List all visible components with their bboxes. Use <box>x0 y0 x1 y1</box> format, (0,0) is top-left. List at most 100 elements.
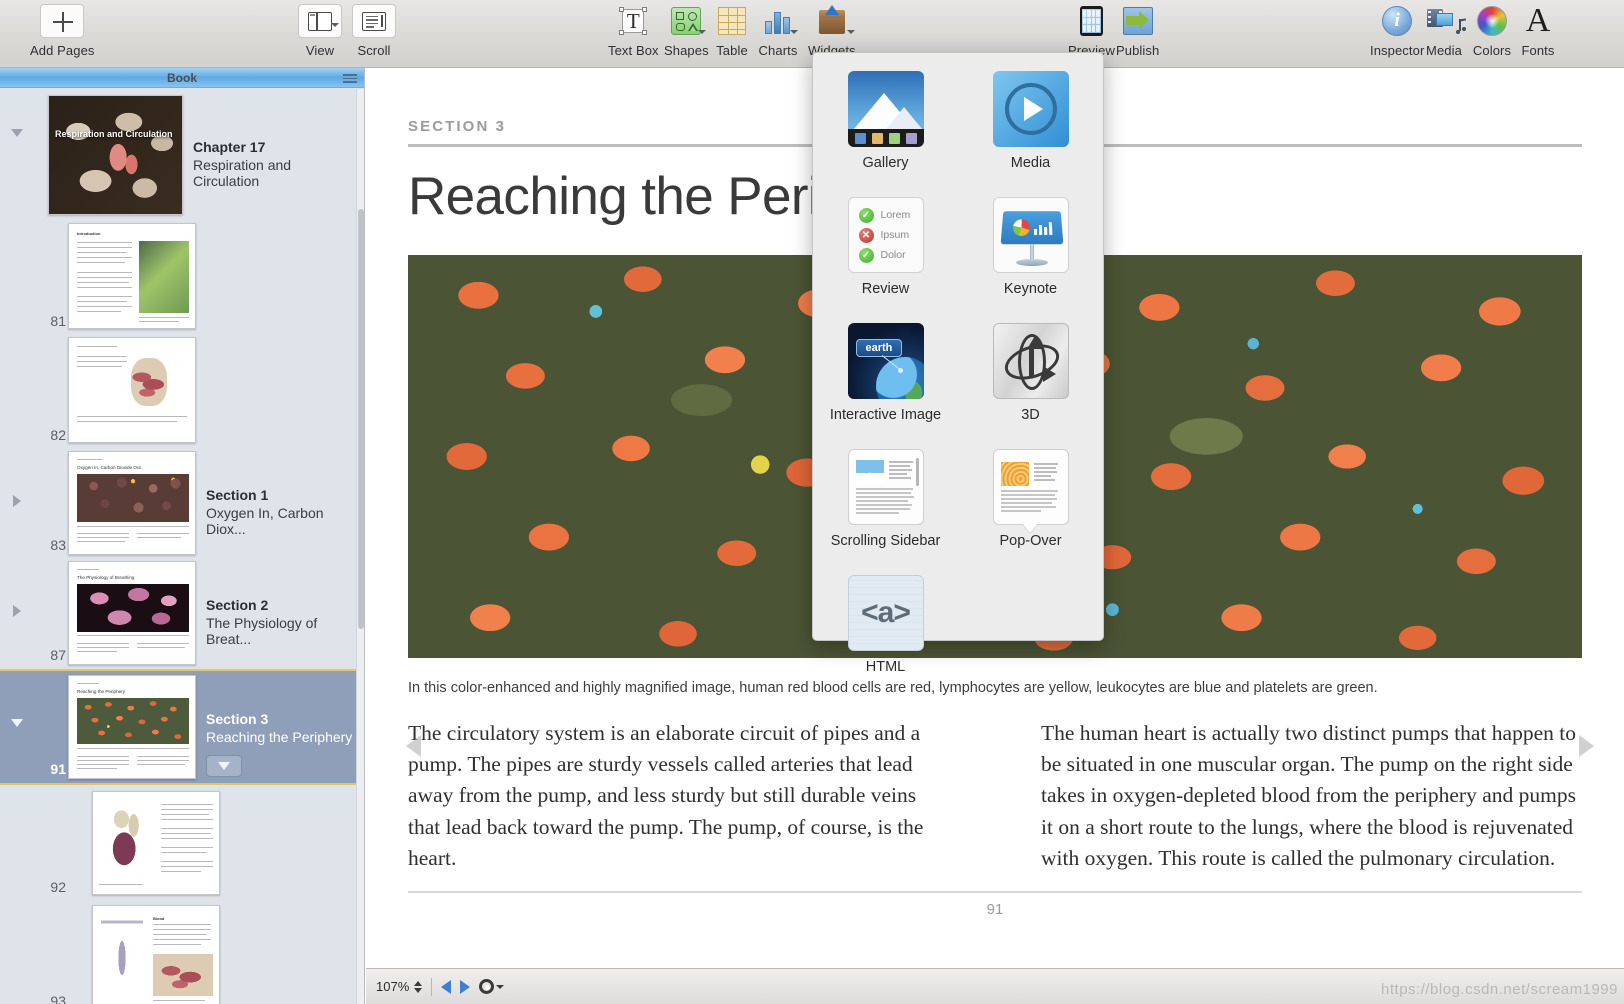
toolbar-publish-button[interactable]: Publish <box>1116 4 1159 58</box>
sidebar-item-chapter-17[interactable]: 80 Respiration and Circulation Chapter 1… <box>0 89 356 221</box>
review-row-text: Lorem <box>881 209 911 221</box>
widget-interactive-image[interactable]: earth Interactive Image <box>823 323 949 423</box>
collapse-section-button[interactable] <box>206 755 242 777</box>
review-checklist-icon: ✓ Lorem ✕ Ipsum ✓ Dolor <box>848 197 924 273</box>
previous-page-arrow[interactable] <box>406 735 421 757</box>
sidebar-thumbnail[interactable] <box>92 791 220 895</box>
widget-media-label: Media <box>1011 155 1051 171</box>
toolbar-media-button[interactable]: Media <box>1424 4 1464 58</box>
sidebar-item-section-3[interactable]: 91 Reaching the Periphery <box>0 669 356 785</box>
next-page-button[interactable] <box>460 980 470 994</box>
widget-media[interactable]: Media <box>968 71 1094 171</box>
info-circle-icon: i <box>1377 4 1417 38</box>
toolbar-scroll-label: Scroll <box>357 43 390 58</box>
sidebar-grip-icon[interactable] <box>343 74 357 82</box>
toolbar-add-pages-button[interactable]: Add Pages <box>30 4 95 58</box>
widget-gallery-label: Gallery <box>863 155 909 171</box>
body-column-right[interactable]: The human heart is actually two distinct… <box>1041 718 1582 875</box>
review-row-text: Dolor <box>881 249 906 261</box>
widget-keynote[interactable]: Keynote <box>968 197 1094 297</box>
book-navigator-sidebar: Book 80 Respiration and Circulation Chap… <box>0 68 365 1004</box>
toolbar-scroll-button[interactable]: Scroll <box>352 4 396 58</box>
table-icon <box>712 4 752 38</box>
sidebar-thumbnail[interactable] <box>68 337 196 443</box>
sidebar-page-number: 87 <box>50 647 66 663</box>
thumbnail-caption: Blood <box>153 916 164 921</box>
widget-scrolling-sidebar[interactable]: Scrolling Sidebar <box>823 449 949 549</box>
sidebar-page-number: 91 <box>50 761 66 777</box>
sidebar-scrollbar[interactable] <box>356 89 364 1004</box>
widgets-grid: Gallery Media ✓ Lorem ✕ Ipsum <box>813 71 1103 675</box>
sidebar-thumbnail[interactable]: Respiration and Circulation <box>48 95 183 215</box>
previous-page-button[interactable] <box>441 980 451 994</box>
sidebar-page-list[interactable]: 80 Respiration and Circulation Chapter 1… <box>0 89 356 1004</box>
toolbar-widgets-button[interactable]: Widgets <box>808 4 856 58</box>
toolbar-shapes-button[interactable]: Shapes <box>664 4 709 58</box>
toolbar-text-box-label: Text Box <box>608 43 659 58</box>
thumbnail-caption: Oxygen In, Carbon Dioxide Out <box>77 465 141 470</box>
widgets-popover[interactable]: Gallery Media ✓ Lorem ✕ Ipsum <box>812 52 1104 641</box>
zoom-stepper-arrows[interactable] <box>414 981 422 993</box>
page-footer-number: 91 <box>408 891 1582 918</box>
toolbar-inspector-button[interactable]: i Inspector <box>1370 4 1424 58</box>
ipad-preview-icon <box>1071 4 1111 38</box>
sidebar-item-page-82[interactable]: 82 <box>0 335 356 449</box>
widget-review-label: Review <box>862 281 910 297</box>
html-tag-icon: <a> <box>848 575 924 651</box>
widget-pop-over[interactable]: Pop-Over <box>968 449 1094 549</box>
toolbar-charts-label: Charts <box>759 43 798 58</box>
widget-keynote-label: Keynote <box>1004 281 1057 297</box>
color-wheel-icon <box>1472 4 1512 38</box>
sidebar-item-section-2[interactable]: 87 The Physiology of Breathing <box>0 559 356 669</box>
sidebar-item-title: Section 2 <box>206 597 356 613</box>
toolbar-view-label: View <box>306 43 334 58</box>
sidebar-item-page-92[interactable]: 92 <box>0 785 356 901</box>
disclosure-triangle-section-3[interactable] <box>0 675 34 727</box>
text-box-icon: T <box>613 4 653 38</box>
media-browser-icon <box>1424 4 1464 38</box>
image-caption[interactable]: In this color-enhanced and highly magnif… <box>408 680 1582 696</box>
zoom-stepper[interactable]: 107% <box>376 979 422 994</box>
toolbar-colors-button[interactable]: Colors <box>1472 4 1512 58</box>
disclosure-triangle-chapter-17[interactable] <box>0 95 34 137</box>
widget-interactive-image-label: Interactive Image <box>830 407 941 423</box>
widget-gallery[interactable]: Gallery <box>823 71 949 171</box>
status-separator <box>431 978 432 996</box>
toolbar-table-button[interactable]: Table <box>712 4 752 58</box>
sidebar-item-title: Section 1 <box>206 487 356 503</box>
widget-html[interactable]: <a> HTML <box>823 575 949 675</box>
toolbar-inspector-label: Inspector <box>1370 43 1424 58</box>
widget-pop-over-label: Pop-Over <box>999 533 1061 549</box>
widget-3d[interactable]: 3D <box>968 323 1094 423</box>
widget-review[interactable]: ✓ Lorem ✕ Ipsum ✓ Dolor Review <box>823 197 949 297</box>
sidebar-thumbnail[interactable]: The Physiology of Breathing <box>68 561 196 665</box>
toolbar-charts-button[interactable]: Charts <box>758 4 798 58</box>
sidebar-title: Book <box>167 71 197 85</box>
settings-menu-button[interactable] <box>479 979 504 994</box>
sidebar-item-section-1[interactable]: 83 Oxygen In, Carbon Dioxide Out <box>0 449 356 559</box>
toolbar-text-box-button[interactable]: T Text Box <box>608 4 659 58</box>
sidebar-thumbnail[interactable]: Blood <box>92 905 220 1004</box>
disclosure-triangle-section-1[interactable] <box>0 451 34 507</box>
publish-arrow-icon <box>1118 4 1158 38</box>
sidebar-scrollbar-thumb[interactable] <box>358 209 364 629</box>
next-page-arrow[interactable] <box>1579 735 1594 757</box>
toolbar-fonts-button[interactable]: A Fonts <box>1518 4 1558 58</box>
body-column-left[interactable]: The circulatory system is an elaborate c… <box>408 718 949 875</box>
fonts-A-icon: A <box>1518 4 1558 38</box>
toolbar-view-button[interactable]: View <box>298 4 342 58</box>
sidebar-thumbnail[interactable]: Oxygen In, Carbon Dioxide Out <box>68 451 196 555</box>
sidebar-item-page-81[interactable]: 81 Introduction <box>0 221 356 335</box>
sidebar-thumbnail[interactable]: Introduction <box>68 223 196 329</box>
sidebar-page-number: 82 <box>50 427 66 443</box>
html-tag-glyph: <a> <box>861 596 910 630</box>
gear-icon <box>479 979 494 994</box>
zoom-level-value: 107% <box>376 979 409 994</box>
gallery-icon <box>848 71 924 147</box>
sidebar-item-page-93[interactable]: 93 Blood <box>0 901 356 1004</box>
disclosure-triangle-section-2[interactable] <box>0 561 34 617</box>
widget-3d-label: 3D <box>1021 407 1040 423</box>
toolbar-preview-button[interactable]: Preview <box>1068 4 1115 58</box>
thumbnail-caption: The Physiology of Breathing <box>77 575 134 580</box>
sidebar-thumbnail[interactable]: Reaching the Periphery <box>68 675 196 779</box>
